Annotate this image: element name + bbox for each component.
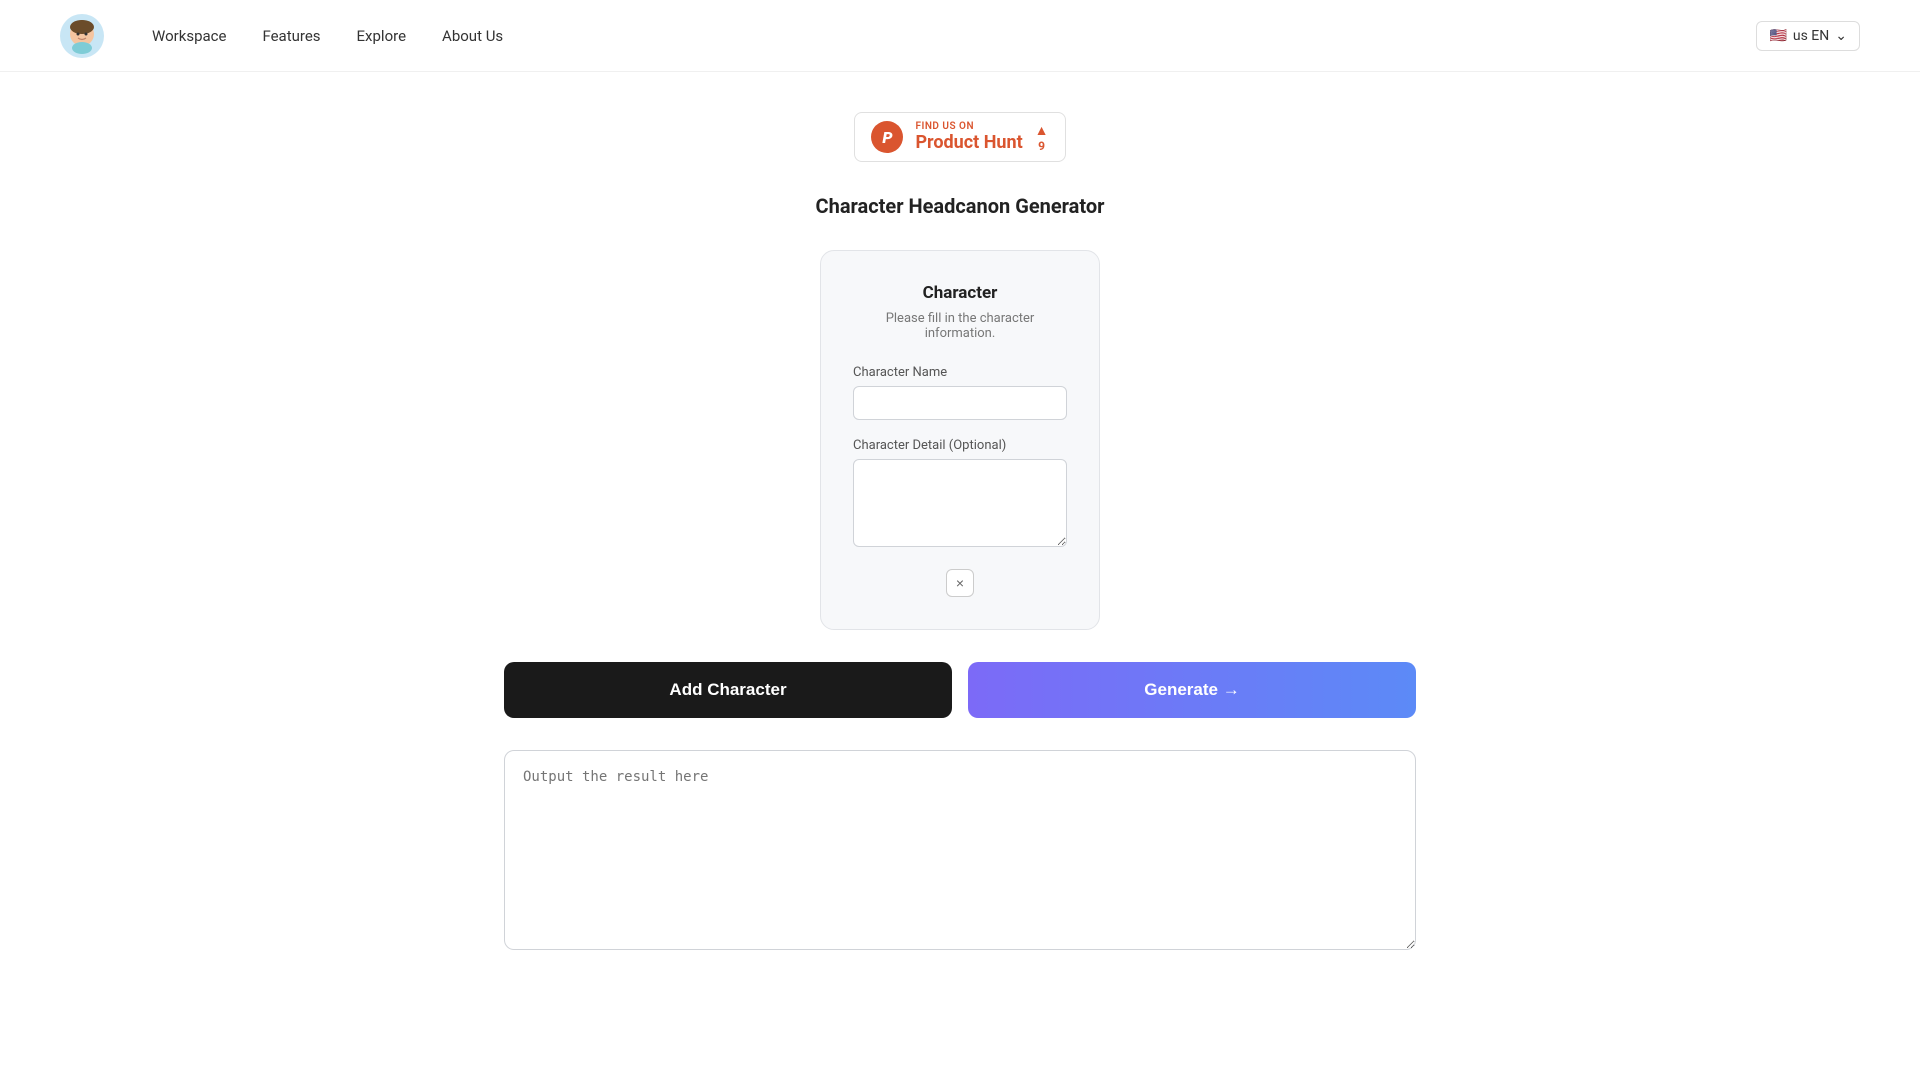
nav-explore[interactable]: Explore [357,27,407,45]
character-detail-input[interactable] [853,459,1067,547]
chevron-down-icon: ⌄ [1835,28,1847,44]
generate-button[interactable]: Generate → [968,662,1416,718]
character-detail-group: Character Detail (Optional) [853,438,1067,551]
remove-character-button[interactable]: × [946,569,974,597]
character-name-label: Character Name [853,365,1067,380]
product-hunt-name: Product Hunt [915,132,1022,153]
output-section [480,750,1440,954]
nav-workspace[interactable]: Workspace [152,27,226,45]
card-subtitle: Please fill in the character information… [853,311,1067,341]
lang-label: us EN [1793,28,1829,44]
product-hunt-logo: P [871,121,903,153]
character-name-group: Character Name [853,365,1067,420]
character-detail-label: Character Detail (Optional) [853,438,1067,453]
upvote-arrow-icon: ▲ [1035,122,1049,139]
upvote-count: 9 [1038,139,1045,153]
logo[interactable] [60,14,104,58]
lang-flag: 🇺🇸 [1769,28,1786,44]
character-card: Character Please fill in the character i… [820,250,1100,630]
product-hunt-badge[interactable]: P FIND US ON Product Hunt ▲ 9 [854,112,1065,162]
page-title: Character Headcanon Generator [504,194,1416,218]
output-textarea[interactable] [504,750,1416,950]
nav-about-us[interactable]: About Us [442,27,503,45]
nav-features[interactable]: Features [262,27,320,45]
product-hunt-text: FIND US ON Product Hunt [915,121,1022,153]
add-character-button[interactable]: Add Character [504,662,952,718]
main-content: Character Headcanon Generator Character … [480,194,1440,630]
find-us-label: FIND US ON [915,121,1022,132]
action-buttons: Add Character Generate → [480,662,1440,718]
product-hunt-section: P FIND US ON Product Hunt ▲ 9 [0,112,1920,162]
character-name-input[interactable] [853,386,1067,420]
remove-icon: × [956,575,964,591]
header: Workspace Features Explore About Us 🇺🇸 u… [0,0,1920,72]
language-selector[interactable]: 🇺🇸 us EN ⌄ [1756,21,1860,51]
main-nav: Workspace Features Explore About Us [152,27,1756,45]
card-title: Character [853,283,1067,303]
product-hunt-upvote: ▲ 9 [1035,122,1049,153]
